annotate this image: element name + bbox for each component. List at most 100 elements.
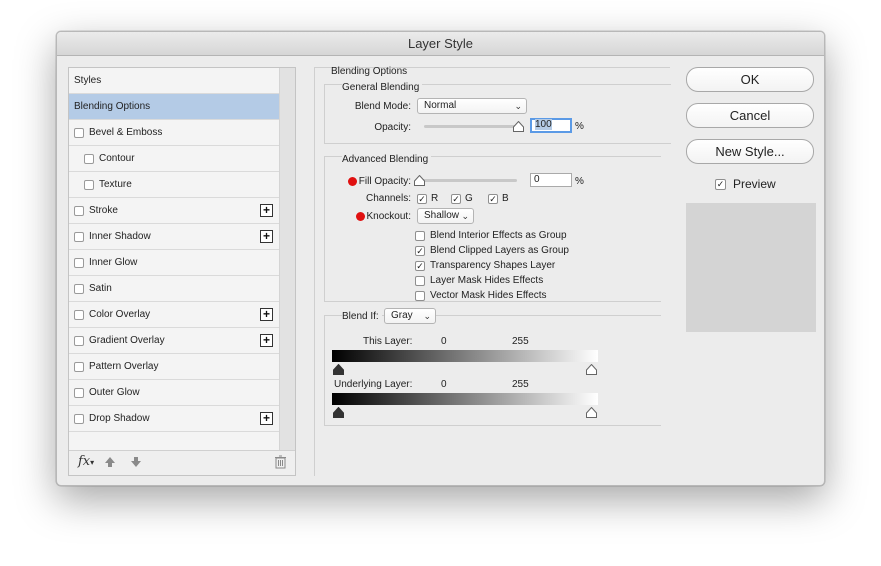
opacity-slider-handle[interactable]	[513, 121, 524, 132]
trash-icon[interactable]	[274, 455, 287, 472]
blend-if-select[interactable]: Gray ⌄	[384, 308, 436, 324]
preview-checkbox[interactable]: ✓	[715, 179, 726, 190]
advanced-option-label: Blend Clipped Layers as Group	[430, 245, 569, 256]
style-item-checkbox[interactable]	[74, 206, 84, 216]
blend-mode-label: Blend Mode:	[354, 101, 411, 112]
style-item-styles[interactable]: Styles	[69, 68, 279, 94]
knockout-value: Shallow	[424, 210, 460, 221]
style-item-inner-glow[interactable]: Inner Glow	[69, 250, 279, 276]
advanced-blending-group: Advanced Blending Fill Opacity: 0 % Chan…	[324, 154, 661, 302]
advanced-option-checkbox[interactable]	[415, 276, 425, 286]
style-item-checkbox[interactable]	[74, 232, 84, 242]
advanced-option-label: Vector Mask Hides Effects	[430, 290, 547, 301]
general-blending-heading: General Blending	[342, 82, 423, 93]
style-item-color-overlay[interactable]: Color Overlay +	[69, 302, 279, 328]
underlying-layer-white-handle[interactable]	[586, 407, 597, 418]
style-item-bevel-emboss[interactable]: Bevel & Emboss	[69, 120, 279, 146]
styles-list: Styles Blending Options Bevel & Emboss Cont…	[69, 68, 279, 450]
style-item-blending-options[interactable]: Blending Options	[69, 94, 279, 120]
style-item-label: Inner Shadow	[89, 231, 151, 242]
underlying-layer-gradient	[332, 393, 598, 405]
fx-label: fx	[78, 454, 91, 469]
fill-opacity-slider-handle[interactable]	[414, 175, 425, 186]
style-item-checkbox[interactable]	[74, 414, 84, 424]
style-item-checkbox[interactable]	[74, 258, 84, 268]
blend-if-value: Gray	[391, 310, 413, 321]
style-item-checkbox[interactable]	[74, 362, 84, 372]
opacity-value: 100	[535, 119, 552, 130]
opacity-input[interactable]: 100	[530, 118, 572, 133]
fill-opacity-slider-track[interactable]	[417, 179, 517, 182]
general-blending-group: General Blending Blend Mode: Normal ⌄ Op…	[324, 82, 671, 144]
chevron-down-icon: ⌄	[423, 311, 431, 321]
this-layer-white-handle[interactable]	[586, 364, 597, 375]
channel-b-checkbox[interactable]: ✓	[488, 194, 498, 204]
style-item-label: Texture	[99, 179, 132, 190]
opacity-slider-track[interactable]	[424, 125, 518, 128]
channel-r-checkbox[interactable]: ✓	[417, 194, 427, 204]
add-effect-plus-icon[interactable]: +	[260, 204, 273, 217]
style-item-checkbox[interactable]	[74, 336, 84, 346]
advanced-option-checkbox[interactable]: ✓	[415, 261, 425, 271]
this-layer-min: 0	[441, 336, 447, 347]
style-item-label: Blending Options	[74, 101, 151, 112]
fx-icon[interactable]: fx▾	[78, 454, 94, 469]
knockout-select[interactable]: Shallow ⌄	[417, 208, 474, 224]
styles-footer: fx▾	[69, 450, 295, 475]
advanced-option-checkbox[interactable]	[415, 231, 425, 241]
chevron-down-icon: ⌄	[514, 101, 522, 111]
add-effect-plus-icon[interactable]: +	[260, 230, 273, 243]
style-item-checkbox[interactable]	[74, 388, 84, 398]
this-layer-label: This Layer:	[363, 336, 413, 347]
add-effect-plus-icon[interactable]: +	[260, 308, 273, 321]
blending-options-panel: Blending Options General Blending Blend …	[314, 66, 671, 476]
dialog-title: Layer Style	[57, 32, 824, 56]
style-item-stroke[interactable]: Stroke +	[69, 198, 279, 224]
style-item-satin[interactable]: Satin	[69, 276, 279, 302]
blend-if-label: Blend If:	[342, 311, 382, 322]
advanced-option-checkbox[interactable]	[415, 291, 425, 301]
advanced-blending-heading: Advanced Blending	[342, 154, 432, 165]
styles-scrollbar[interactable]	[279, 68, 295, 450]
underlying-layer-black-handle[interactable]	[333, 407, 344, 418]
channel-label: R	[431, 193, 439, 204]
fill-opacity-input[interactable]: 0	[530, 173, 572, 187]
advanced-option-label: Blend Interior Effects as Group	[430, 230, 567, 241]
fill-opacity-value: 0	[534, 174, 540, 185]
style-item-checkbox[interactable]	[74, 128, 84, 138]
channel-label: B	[502, 193, 509, 204]
style-item-checkbox[interactable]	[84, 180, 94, 190]
ok-button[interactable]: OK	[686, 67, 814, 92]
advanced-option-checkbox[interactable]: ✓	[415, 246, 425, 256]
style-item-outer-glow[interactable]: Outer Glow	[69, 380, 279, 406]
arrow-up-icon[interactable]	[103, 455, 117, 472]
this-layer-max: 255	[512, 336, 529, 347]
style-item-drop-shadow[interactable]: Drop Shadow +	[69, 406, 279, 432]
style-item-label: Drop Shadow	[89, 413, 150, 424]
add-effect-plus-icon[interactable]: +	[260, 412, 273, 425]
blend-mode-select[interactable]: Normal ⌄	[417, 98, 527, 114]
channel-g-checkbox[interactable]: ✓	[451, 194, 461, 204]
this-layer-black-handle[interactable]	[333, 364, 344, 375]
style-item-label: Styles	[74, 75, 102, 86]
style-item-label: Inner Glow	[89, 257, 138, 268]
style-item-checkbox[interactable]	[84, 154, 94, 164]
style-item-texture[interactable]: Texture	[69, 172, 279, 198]
style-item-pattern-overlay[interactable]: Pattern Overlay	[69, 354, 279, 380]
style-item-label: Satin	[89, 283, 112, 294]
new-style-button[interactable]: New Style...	[686, 139, 814, 164]
style-item-contour[interactable]: Contour	[69, 146, 279, 172]
knockout-label: Knockout:	[366, 211, 411, 222]
preview-label: Preview	[733, 177, 776, 191]
style-item-checkbox[interactable]	[74, 284, 84, 294]
style-item-gradient-overlay[interactable]: Gradient Overlay +	[69, 328, 279, 354]
style-item-inner-shadow[interactable]: Inner Shadow +	[69, 224, 279, 250]
cancel-button[interactable]: Cancel	[686, 103, 814, 128]
style-item-checkbox[interactable]	[74, 310, 84, 320]
chevron-down-icon: ⌄	[461, 211, 469, 221]
add-effect-plus-icon[interactable]: +	[260, 334, 273, 347]
opacity-label: Opacity:	[374, 122, 411, 133]
channel-label: G	[465, 193, 473, 204]
arrow-down-icon[interactable]	[129, 455, 143, 472]
style-item-label: Stroke	[89, 205, 118, 216]
